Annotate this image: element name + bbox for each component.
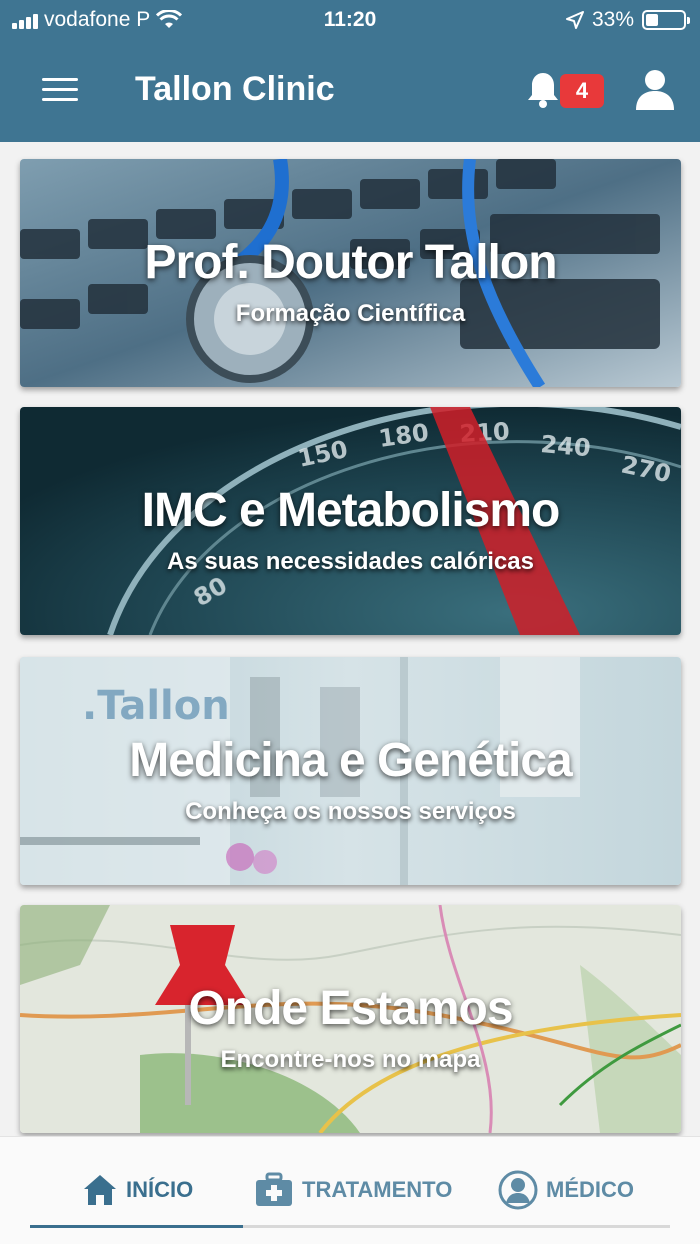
card-title: IMC e Metabolismo xyxy=(141,484,561,537)
card-title: Prof. Doutor Tallon xyxy=(144,236,557,289)
battery-level-fill xyxy=(646,14,658,26)
card-subtitle: Conheça os nossos serviços xyxy=(185,798,516,825)
card-prof-doutor-tallon[interactable]: Prof. Doutor Tallon Formação Científica xyxy=(20,159,681,387)
notification-badge[interactable]: 4 xyxy=(560,74,604,108)
card-subtitle: Encontre-nos no mapa xyxy=(220,1046,481,1073)
nav-label: TRATAMENTO xyxy=(302,1177,453,1202)
home-icon xyxy=(84,1175,116,1205)
doctor-avatar-icon xyxy=(498,1170,538,1210)
medical-kit-icon xyxy=(256,1172,292,1206)
card-caption: Medicina e Genética Conheça os nossos se… xyxy=(20,733,681,826)
status-right: 33% xyxy=(565,8,690,32)
status-bar: vodafone P 11:20 33% xyxy=(0,0,700,40)
bell-icon[interactable] xyxy=(526,70,560,110)
app-title: Tallon Clinic xyxy=(135,70,335,108)
active-tab-indicator xyxy=(30,1225,243,1228)
card-subtitle: As suas necessidades calóricas xyxy=(167,548,534,575)
card-caption: Prof. Doutor Tallon Formação Científica xyxy=(20,235,681,328)
app-bar: Tallon Clinic 4 xyxy=(0,40,700,142)
card-caption: IMC e Metabolismo As suas necessidades c… xyxy=(20,483,681,576)
location-arrow-icon xyxy=(565,11,584,29)
bottom-navigation: INÍCIO TRATAMENTO MÉDICO xyxy=(0,1136,700,1244)
card-onde-estamos[interactable]: Onde Estamos Encontre-nos no mapa xyxy=(20,905,681,1133)
card-imc-metabolismo[interactable]: 150 180 210 240 270 80 IMC e Metabolismo… xyxy=(20,407,681,635)
svg-text:.Tallon: .Tallon xyxy=(82,683,230,729)
nav-label: MÉDICO xyxy=(546,1177,634,1202)
nav-tab-tratamento[interactable]: TRATAMENTO xyxy=(254,1165,452,1215)
battery-percent: 33% xyxy=(591,8,634,31)
card-caption: Onde Estamos Encontre-nos no mapa xyxy=(20,981,681,1074)
nav-tab-medico[interactable]: MÉDICO xyxy=(498,1165,634,1215)
svg-text:240: 240 xyxy=(539,430,591,462)
nav-tab-inicio[interactable]: INÍCIO xyxy=(82,1165,193,1215)
card-title: Onde Estamos xyxy=(188,982,513,1035)
card-title: Medicina e Genética xyxy=(129,734,573,787)
app-header: vodafone P 11:20 33% Tallon Clinic 4 xyxy=(0,0,700,142)
user-profile-icon[interactable] xyxy=(634,68,676,110)
card-subtitle: Formação Científica xyxy=(235,300,466,327)
battery-icon xyxy=(642,10,690,30)
card-medicina-genetica[interactable]: .Tallon Medicina e Genética Conheça os n… xyxy=(20,657,681,885)
hamburger-menu-icon[interactable] xyxy=(42,78,78,104)
nav-label: INÍCIO xyxy=(126,1177,194,1202)
